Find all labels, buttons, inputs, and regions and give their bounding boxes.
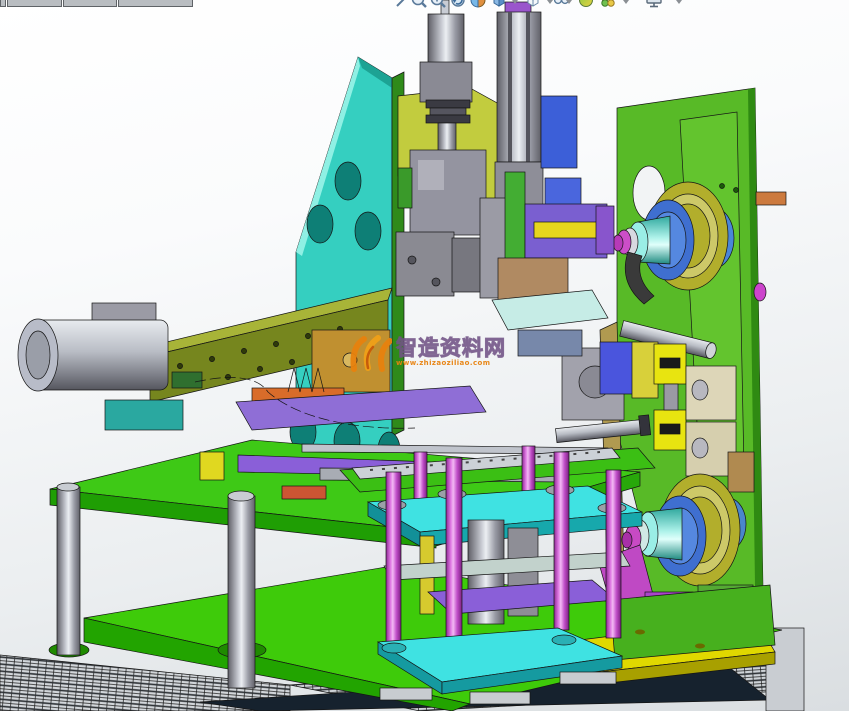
section-view-icon[interactable]: [469, 0, 487, 9]
previous-view-icon[interactable]: [449, 0, 467, 9]
headsup-view-toolbar: [0, 0, 849, 10]
edit-appearance-icon[interactable]: [577, 0, 595, 9]
chevron-down-icon[interactable]: [566, 0, 572, 4]
teal-block: [105, 400, 183, 430]
chevron-down-icon[interactable]: [512, 0, 518, 4]
view-settings-icon[interactable]: [645, 0, 663, 9]
zoom-to-fit-icon[interactable]: [410, 0, 428, 9]
yellow-bar: [534, 222, 600, 238]
display-style-icon[interactable]: [524, 0, 542, 9]
left-actuator-rail[interactable]: [18, 288, 486, 430]
chevron-down-icon[interactable]: [676, 0, 682, 4]
blue-slide-block: [541, 96, 577, 168]
chevron-down-icon[interactable]: [623, 0, 629, 4]
cad-viewport[interactable]: 智造资料网 www.zhizaoziliao.com: [0, 0, 849, 711]
mid-cluster[interactable]: [480, 172, 614, 356]
zoom-to-area-icon[interactable]: [429, 0, 447, 9]
apply-scene-icon[interactable]: [599, 0, 617, 9]
machine-assembly: [0, 0, 849, 711]
top-cylinder: [428, 14, 464, 66]
view-orientation-icon[interactable]: [490, 0, 508, 9]
orange-tab: [756, 192, 786, 205]
